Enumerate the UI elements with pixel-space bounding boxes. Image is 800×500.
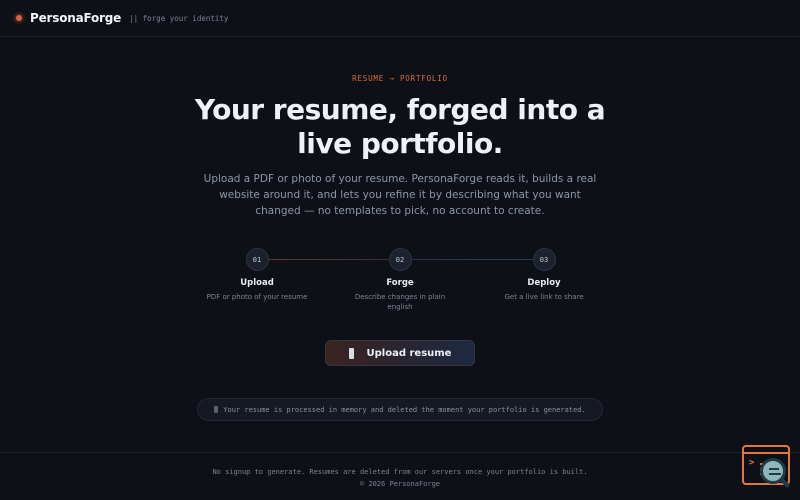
step-description: Get a live link to share: [504, 293, 584, 301]
steps-row: 01 Upload PDF or photo of your resume 02…: [200, 248, 600, 318]
privacy-note-text: Your resume is processed in memory and d…: [223, 405, 586, 414]
hero-subtext: Upload a PDF or photo of your resume. Pe…: [203, 173, 597, 217]
step-deploy: 03 Deploy Get a live link to share: [487, 248, 601, 303]
step-title: Upload: [240, 278, 274, 288]
lens-line: [769, 473, 781, 475]
file-icon: [348, 347, 354, 359]
window-bar: [744, 447, 788, 454]
upload-resume-button[interactable]: Upload resume: [325, 340, 475, 366]
step-description: Describe changes in plain english: [354, 293, 446, 311]
brand-tagline: || forge your identity: [129, 13, 229, 23]
privacy-note: Your resume is processed in memory and d…: [197, 398, 603, 421]
lens-line: [769, 468, 779, 470]
upload-button-label: Upload resume: [366, 347, 452, 359]
footer-copyright: © 2026 PersonaForge: [359, 480, 441, 488]
brand-name[interactable]: PersonaForge: [30, 11, 121, 25]
lock-icon: [214, 406, 219, 413]
footer-note: No signup to generate. Resumes are delet…: [212, 468, 588, 476]
step-title: Deploy: [527, 278, 561, 288]
brand-dot-icon: [16, 15, 22, 21]
step-number: 01: [245, 248, 269, 271]
step-number: 03: [532, 248, 556, 271]
step-upload: 01 Upload PDF or photo of your resume: [200, 248, 314, 303]
hero-headline: Your resume, forged into a live portfoli…: [194, 93, 606, 160]
prompt-glyph: >: [749, 458, 755, 468]
step-title: Forge: [386, 278, 414, 288]
step-forge: 02 Forge Describe changes in plain engli…: [343, 248, 457, 312]
top-bar: PersonaForge || forge your identity: [0, 0, 800, 37]
hero-eyebrow: RESUME → PORTFOLIO: [352, 74, 448, 83]
step-description: PDF or photo of your resume: [206, 293, 308, 301]
footer: No signup to generate. Resumes are delet…: [0, 452, 800, 500]
step-number: 02: [388, 248, 412, 271]
